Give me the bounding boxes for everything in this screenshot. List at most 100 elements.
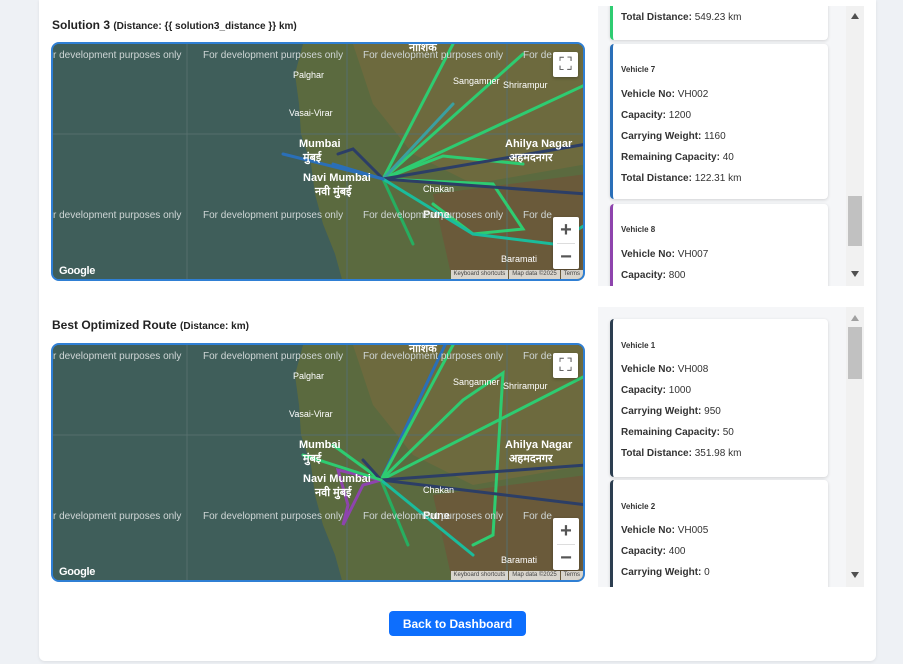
dev-watermark: For development purposes only xyxy=(203,351,344,362)
dev-watermark: For development purposes only xyxy=(363,351,504,362)
place-chakan: Chakan xyxy=(423,485,455,495)
scroll-up-icon[interactable] xyxy=(851,13,859,19)
total-distance-label: Total Distance: xyxy=(621,12,692,23)
total-distance-label: Total Distance: xyxy=(621,448,692,459)
solution3-distance: (Distance: {{ solution3_distance }} km) xyxy=(113,21,297,32)
scroll-up-icon[interactable] xyxy=(851,315,859,321)
total-distance-row: Total Distance: 122.31 km xyxy=(621,173,741,184)
scroll-down-icon[interactable] xyxy=(851,572,859,578)
dev-watermark: r development purposes only xyxy=(53,210,182,221)
remaining-capacity-row: Remaining Capacity: 50 xyxy=(621,427,734,438)
place-mumbai: Mumbai xyxy=(299,138,341,150)
capacity-value: 800 xyxy=(668,270,686,281)
capacity-value: 400 xyxy=(668,546,686,557)
place-navi-mumbai-mr: नवी मुंबई xyxy=(315,186,352,198)
zoom-in-button[interactable]: + xyxy=(553,217,579,243)
capacity-row: Capacity: 1000 xyxy=(621,385,691,396)
terms-link[interactable]: Terms xyxy=(560,270,583,279)
best-route-title: Best Optimized Route (Distance: km) xyxy=(52,318,249,332)
zoom-out-button[interactable]: − xyxy=(553,244,579,270)
solution3-title: Solution 3 (Distance: {{ solution3_dista… xyxy=(52,18,297,32)
scroll-down-icon[interactable] xyxy=(851,271,859,277)
capacity-label: Capacity: xyxy=(621,110,667,121)
place-navi-mumbai: Navi Mumbai xyxy=(303,473,371,485)
carrying-weight-value: 950 xyxy=(704,406,721,417)
dev-watermark: For development purposes only xyxy=(203,511,344,522)
fullscreen-icon: ⛶ xyxy=(559,355,572,375)
vehicle-title: Vehicle 1 xyxy=(621,341,656,350)
fullscreen-icon: ⛶ xyxy=(559,54,572,74)
vehicle-no-label: Vehicle No: xyxy=(621,525,675,536)
remaining-capacity-label: Remaining Capacity: xyxy=(621,152,720,163)
place-mumbai: Mumbai xyxy=(299,439,341,451)
dev-watermark: For de xyxy=(523,351,552,362)
vehicle-card-partial: Total Distance: 549.23 km xyxy=(610,6,828,40)
map-data-text: Map data ©2025 xyxy=(509,571,560,580)
map-data-text: Map data ©2025 xyxy=(509,270,560,279)
terms-link[interactable]: Terms xyxy=(560,571,583,580)
keyboard-shortcuts-link[interactable]: Keyboard shortcuts xyxy=(450,270,509,279)
total-distance-label: Total Distance: xyxy=(621,173,692,184)
total-distance-value: 122.31 km xyxy=(694,173,742,184)
keyboard-shortcuts-link[interactable]: Keyboard shortcuts xyxy=(450,571,509,580)
vehicle-card: Vehicle 2 Vehicle No: VH005 Capacity: 40… xyxy=(610,480,828,587)
vehicle-title: Vehicle 8 xyxy=(621,225,656,234)
remaining-capacity-value: 40 xyxy=(722,152,734,163)
place-shrirampur: Shrirampur xyxy=(503,80,548,90)
vehicle-title: Vehicle 2 xyxy=(621,502,656,511)
total-distance-row: Total Distance: 549.23 km xyxy=(621,12,741,23)
vehicle-no-row: Vehicle No: VH002 xyxy=(621,89,708,100)
best-route-vehicle-panel[interactable]: Vehicle 1 Vehicle No: VH008 Capacity: 10… xyxy=(598,307,864,587)
vehicle-no-row: Vehicle No: VH008 xyxy=(621,364,708,375)
vehicle-no-value: VH007 xyxy=(677,249,709,260)
place-baramati: Baramati xyxy=(501,254,538,264)
best-route-map[interactable]: Mumbai मुंबई Navi Mumbai नवी मुंबई Ahily… xyxy=(51,343,585,582)
google-logo: Google xyxy=(59,566,96,578)
best-route-title-text: Best Optimized Route xyxy=(52,318,177,332)
solution3-map[interactable]: Mumbai मुंबई Navi Mumbai नवी मुंबई Ahily… xyxy=(51,42,585,281)
capacity-row: Capacity: 800 xyxy=(621,270,685,281)
vehicle-no-row: Vehicle No: VH005 xyxy=(621,525,708,536)
scroll-thumb[interactable] xyxy=(848,196,862,246)
carrying-weight-label: Carrying Weight: xyxy=(621,406,702,417)
vehicle-no-row: Vehicle No: VH007 xyxy=(621,249,708,260)
solution3-title-text: Solution 3 xyxy=(52,18,110,32)
dev-watermark: For de xyxy=(523,50,552,61)
zoom-controls: + − xyxy=(553,518,579,570)
carrying-weight-row: Carrying Weight: 1160 xyxy=(621,131,726,142)
vehicle-no-value: VH002 xyxy=(677,89,709,100)
vehicle-no-value: VH008 xyxy=(677,364,709,375)
map-attribution: Keyboard shortcuts Map data ©2025 Terms xyxy=(450,571,583,580)
place-shrirampur: Shrirampur xyxy=(503,381,548,391)
place-navi-mumbai-mr: नवी मुंबई xyxy=(315,487,352,499)
dev-watermark: For development purposes only xyxy=(363,50,504,61)
capacity-label: Capacity: xyxy=(621,270,667,281)
place-palghar: Palghar xyxy=(293,70,325,80)
place-chakan: Chakan xyxy=(423,184,455,194)
place-ahilya-mr: अहमदनगर xyxy=(509,152,553,164)
place-navi-mumbai: Navi Mumbai xyxy=(303,172,371,184)
capacity-label: Capacity: xyxy=(621,546,667,557)
panel-scrollbar[interactable] xyxy=(846,6,864,286)
capacity-value: 1200 xyxy=(668,110,692,121)
place-vasai: Vasai-Virar xyxy=(289,108,333,118)
back-to-dashboard-button[interactable]: Back to Dashboard xyxy=(389,611,526,636)
vehicle-card: Vehicle 1 Vehicle No: VH008 Capacity: 10… xyxy=(610,319,828,477)
solution3-vehicle-panel[interactable]: Total Distance: 549.23 km Vehicle 7 Vehi… xyxy=(598,6,864,286)
vehicle-title: Vehicle 7 xyxy=(621,65,656,74)
carrying-weight-value: 1160 xyxy=(704,131,726,142)
fullscreen-button[interactable]: ⛶ xyxy=(553,353,578,378)
capacity-label: Capacity: xyxy=(621,385,667,396)
capacity-value: 1000 xyxy=(668,385,692,396)
scroll-thumb[interactable] xyxy=(848,327,862,379)
total-distance-row: Total Distance: 351.98 km xyxy=(621,448,741,459)
remaining-capacity-row: Remaining Capacity: 40 xyxy=(621,152,734,163)
place-sangamner: Sangamner xyxy=(453,377,500,387)
vehicle-card: Vehicle 8 Vehicle No: VH007 Capacity: 80… xyxy=(610,204,828,286)
zoom-out-button[interactable]: − xyxy=(553,545,579,571)
panel-scrollbar[interactable] xyxy=(846,307,864,587)
vehicle-no-label: Vehicle No: xyxy=(621,89,675,100)
zoom-in-button[interactable]: + xyxy=(553,518,579,544)
total-distance-value: 549.23 km xyxy=(694,12,742,23)
fullscreen-button[interactable]: ⛶ xyxy=(553,52,578,77)
